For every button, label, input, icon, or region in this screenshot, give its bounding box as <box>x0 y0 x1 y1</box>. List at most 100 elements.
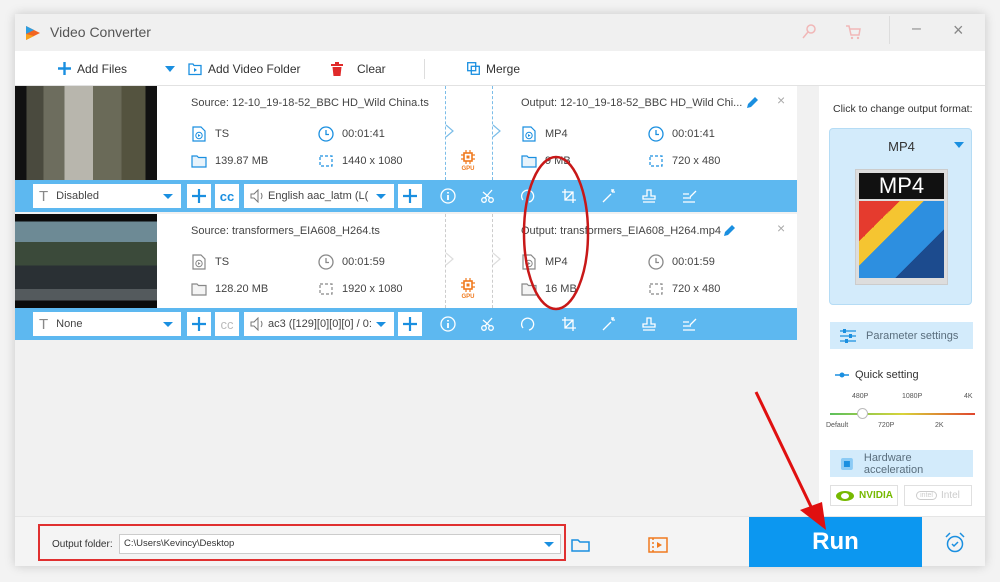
output-format: MP4 <box>521 126 568 142</box>
scissors-icon[interactable] <box>479 315 497 333</box>
resolution-icon <box>319 283 333 295</box>
output-size-value: 9 MB <box>545 155 571 167</box>
closed-caption-button[interactable]: cc <box>215 184 239 208</box>
add-audio-button[interactable] <box>398 312 422 336</box>
output-format-value: MP4 <box>545 128 568 140</box>
output-resolution: 720 x 480 <box>648 281 720 297</box>
video-output-icon[interactable] <box>648 536 668 554</box>
effects-edit-icon[interactable] <box>680 187 698 205</box>
key-icon[interactable] <box>800 23 818 41</box>
open-folder-icon[interactable] <box>571 537 591 553</box>
output-size-value: 16 MB <box>545 283 577 295</box>
chevron-down-icon <box>376 322 386 327</box>
output-duration-value: 00:01:59 <box>672 256 715 268</box>
source-resolution: 1440 x 1080 <box>318 153 403 169</box>
subtitle-dropdown[interactable]: T None <box>33 312 181 336</box>
edit-pencil-icon[interactable] <box>722 224 736 238</box>
plus-icon <box>192 317 206 331</box>
audio-track-value: ac3 ([129][0][0][0] / 0: <box>268 318 372 330</box>
output-title: Output: 12-10_19-18-52_BBC HD_Wild Chi..… <box>521 97 743 109</box>
source-duration-value: 00:01:41 <box>342 128 385 140</box>
run-button[interactable]: Run <box>749 517 922 567</box>
quality-slider[interactable]: 480P 1080P 4K Default 720P 2K <box>826 393 975 435</box>
output-settings-panel: Click to change output format: MP4 MP4 P… <box>819 86 985 516</box>
output-folder-input[interactable]: C:\Users\Kevincy\Desktop <box>119 534 561 554</box>
output-resolution-value: 720 x 480 <box>672 155 721 167</box>
rotate-icon[interactable] <box>519 315 537 333</box>
slider-label-480p: 480P <box>852 393 869 400</box>
remove-item-button[interactable]: × <box>777 220 785 236</box>
chevron-right-icon <box>492 252 501 266</box>
video-file-icon <box>192 254 206 270</box>
watermark-stamp-icon[interactable] <box>640 187 658 205</box>
magic-wand-icon[interactable] <box>600 187 618 205</box>
file-item: Source: 12-10_19-18-52_BBC HD_Wild China… <box>15 86 797 212</box>
source-duration: 00:01:41 <box>318 126 385 142</box>
add-audio-button[interactable] <box>398 184 422 208</box>
chevron-down-icon <box>165 65 175 72</box>
scissors-icon[interactable] <box>479 187 497 205</box>
parameter-settings-button[interactable]: Parameter settings <box>830 322 973 349</box>
gpu-chip-icon <box>461 150 475 164</box>
toolbar: Add Files Add Video Folder Clear Merge <box>15 51 985 86</box>
output-size: 16 MB <box>521 281 577 297</box>
title-bar: Video Converter – × <box>15 14 985 51</box>
subtitle-dropdown[interactable]: T Disabled <box>33 184 181 208</box>
source-resolution-value: 1920 x 1080 <box>342 283 403 295</box>
cc-icon: cc <box>220 316 234 332</box>
chevron-right-icon <box>445 124 454 138</box>
output-format-name: MP4 <box>888 139 915 154</box>
video-file-icon <box>192 126 206 142</box>
slider-thumb[interactable] <box>857 408 868 419</box>
add-video-folder-button[interactable]: Add Video Folder <box>188 51 301 86</box>
nvidia-logo-icon <box>836 490 855 501</box>
output-format-selector[interactable]: MP4 MP4 <box>829 128 972 305</box>
file-info-panel: Source: 12-10_19-18-52_BBC HD_Wild China… <box>15 86 797 180</box>
info-icon[interactable] <box>439 315 457 333</box>
source-duration-value: 00:01:59 <box>342 256 385 268</box>
video-thumbnail[interactable] <box>15 214 157 308</box>
nvidia-option[interactable]: NVIDIA <box>830 485 898 506</box>
effects-edit-icon[interactable] <box>680 315 698 333</box>
add-subtitle-button[interactable] <box>187 312 211 336</box>
watermark-stamp-icon[interactable] <box>640 315 658 333</box>
plus-icon <box>403 317 417 331</box>
intel-option[interactable]: intel Intel <box>904 485 972 506</box>
merge-button[interactable]: Merge <box>467 51 520 86</box>
alarm-clock-icon[interactable] <box>944 532 966 554</box>
rotate-icon[interactable] <box>519 187 537 205</box>
edit-pencil-icon[interactable] <box>745 96 759 110</box>
hardware-acceleration-button[interactable]: Hardware acceleration <box>830 450 973 477</box>
folder-icon <box>191 155 207 168</box>
crop-icon[interactable] <box>560 315 578 333</box>
file-item: Source: transformers_EIA608_H264.ts TS 0… <box>15 214 797 340</box>
output-resolution: 720 x 480 <box>648 153 720 169</box>
parameter-settings-label: Parameter settings <box>866 329 959 342</box>
cart-icon[interactable] <box>844 23 862 41</box>
slider-label-4k: 4K <box>964 393 973 400</box>
resolution-icon <box>319 155 333 167</box>
minimize-button[interactable]: – <box>912 20 921 38</box>
slider-track[interactable] <box>830 413 975 415</box>
add-subtitle-button[interactable] <box>187 184 211 208</box>
crop-icon[interactable] <box>560 187 578 205</box>
window-title: Video Converter <box>50 24 151 40</box>
closed-caption-button[interactable]: cc <box>215 312 239 336</box>
output-duration: 00:01:59 <box>648 254 715 270</box>
chevron-down-icon <box>376 194 386 199</box>
remove-item-button[interactable]: × <box>777 92 785 108</box>
nvidia-label: NVIDIA <box>859 490 893 501</box>
clear-button[interactable]: Clear <box>331 51 386 86</box>
video-thumbnail[interactable] <box>15 86 157 180</box>
add-files-button[interactable]: Add Files <box>58 51 127 86</box>
add-files-dropdown[interactable] <box>165 51 175 86</box>
source-resolution: 1920 x 1080 <box>318 281 403 297</box>
magic-wand-icon[interactable] <box>600 315 618 333</box>
text-t-icon: T <box>39 315 49 333</box>
plus-icon <box>58 62 71 75</box>
audio-track-dropdown[interactable]: ac3 ([129][0][0][0] / 0: <box>244 312 394 336</box>
close-window-button[interactable]: × <box>953 20 964 41</box>
audio-track-dropdown[interactable]: English aac_latm (L( <box>244 184 394 208</box>
slider-label-1080p: 1080P <box>902 393 923 400</box>
info-icon[interactable] <box>439 187 457 205</box>
